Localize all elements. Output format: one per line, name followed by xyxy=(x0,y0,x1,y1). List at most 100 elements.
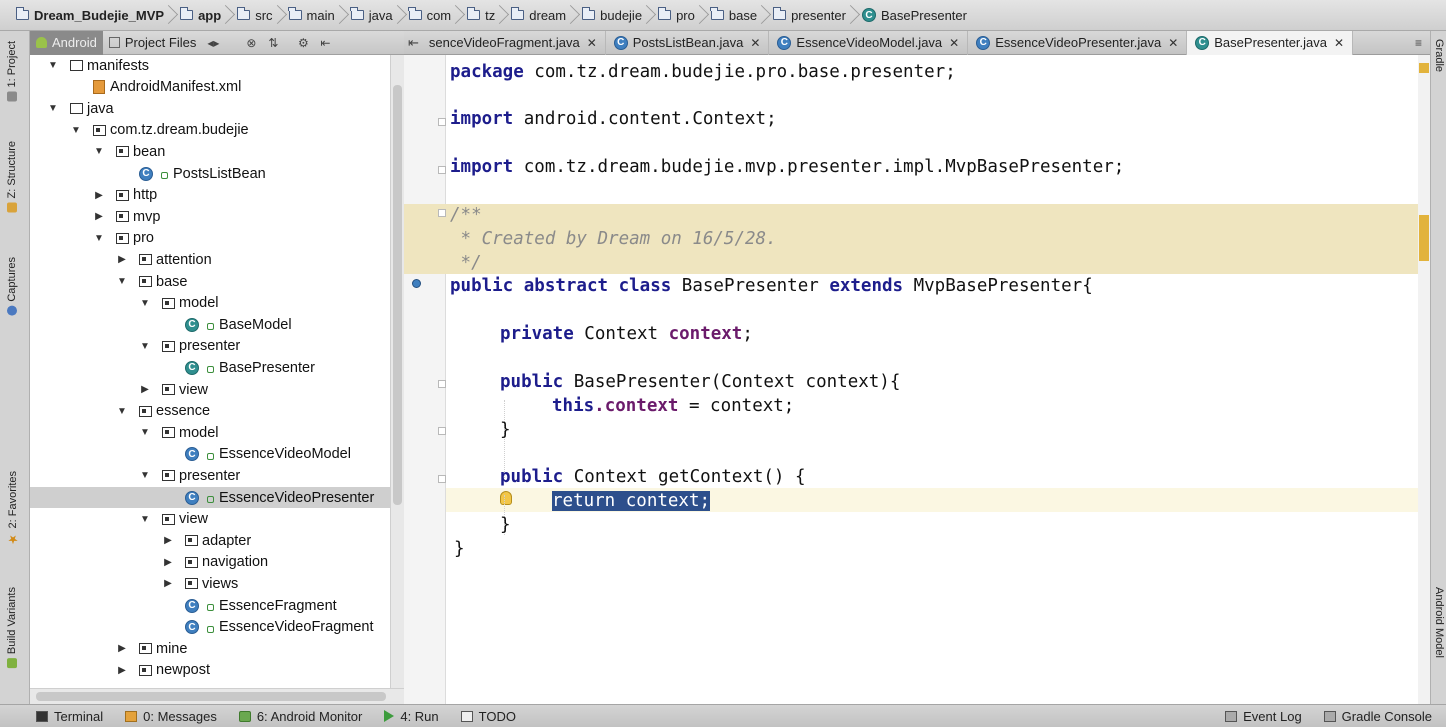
fold-marker-icon[interactable] xyxy=(438,118,446,126)
expand-arrow-icon[interactable]: ▼ xyxy=(71,125,81,136)
project-tool-tab[interactable]: 1: Project xyxy=(6,41,18,102)
breadcrumb-item[interactable]: Dream_Budejie_MVP xyxy=(12,3,170,27)
tree-node[interactable]: ▶ mvp xyxy=(95,206,160,227)
tree-node[interactable]: ▶ http xyxy=(95,185,157,206)
scrollbar-thumb[interactable] xyxy=(393,85,402,505)
breadcrumb-item[interactable]: com xyxy=(405,3,458,27)
android-monitor-tab[interactable]: 6: Android Monitor xyxy=(231,709,377,724)
tree-node[interactable]: ▼ essence xyxy=(117,401,210,422)
structure-tool-tab[interactable]: Z: Structure xyxy=(6,141,18,213)
collapse-icon[interactable]: ⇅ xyxy=(262,36,284,50)
tree-node[interactable]: ▶ view xyxy=(141,379,208,400)
tree-node[interactable]: C EssenceVideoModel xyxy=(185,444,351,465)
fold-marker-icon[interactable] xyxy=(438,427,446,435)
expand-arrow-icon[interactable]: ▼ xyxy=(117,406,127,417)
close-tab-icon[interactable]: ✕ xyxy=(750,36,760,50)
expand-arrow-icon[interactable]: ▼ xyxy=(140,341,150,352)
sync-icon[interactable]: ⊗ xyxy=(240,36,262,50)
settings-gear-icon[interactable]: ⚙ xyxy=(292,36,314,50)
editor-tab[interactable]: C EssenceVideoModel.java ✕ xyxy=(769,30,969,55)
tree-node[interactable]: ▼ pro xyxy=(94,228,154,249)
run-tab[interactable]: 4: Run xyxy=(376,709,452,724)
intention-lightbulb-icon[interactable] xyxy=(500,491,512,505)
scroll-tabs-left-icon[interactable]: ⇤ xyxy=(404,35,421,51)
favorites-tool-tab[interactable]: ★ 2: Favorites xyxy=(6,471,20,546)
tree-node[interactable]: ▼ bean xyxy=(94,141,165,162)
breadcrumb-item[interactable]: main xyxy=(285,3,341,27)
tree-node[interactable]: ▼ base xyxy=(117,271,187,292)
fold-marker-icon[interactable] xyxy=(438,209,446,217)
tree-node[interactable]: ▼ java xyxy=(48,98,114,119)
event-log-tab[interactable]: Event Log xyxy=(1217,709,1316,724)
scrollbar-thumb[interactable] xyxy=(36,692,386,701)
tab-list-menu-icon[interactable]: ≡ xyxy=(1415,36,1430,50)
captures-tool-tab[interactable]: Captures xyxy=(6,257,18,316)
close-tab-icon[interactable]: ✕ xyxy=(587,36,597,50)
tree-node[interactable]: ▶ navigation xyxy=(164,552,268,573)
tree-node[interactable]: ▼ manifests xyxy=(48,55,149,76)
tree-node[interactable]: ▼ model xyxy=(140,422,218,443)
tree-node[interactable]: ▶ adapter xyxy=(164,530,251,551)
tree-node[interactable]: C EssenceVideoPresenter xyxy=(30,487,390,508)
fold-marker-icon[interactable] xyxy=(438,166,446,174)
tree-node[interactable]: C BaseModel xyxy=(185,314,292,335)
editor-tab[interactable]: C EssenceVideoPresenter.java ✕ xyxy=(968,30,1188,55)
breadcrumb-item[interactable]: presenter xyxy=(769,3,852,27)
breadcrumb-item[interactable]: budejie xyxy=(578,3,648,27)
collapse-arrow-icon[interactable]: ▶ xyxy=(94,211,104,222)
collapse-arrow-icon[interactable]: ▶ xyxy=(140,384,150,395)
tree-node[interactable]: ▶ attention xyxy=(118,249,212,270)
collapse-arrow-icon[interactable]: ▶ xyxy=(117,665,127,676)
fold-marker-icon[interactable] xyxy=(438,380,446,388)
tree-node[interactable]: ▼ presenter xyxy=(140,336,240,357)
expand-arrow-icon[interactable]: ▼ xyxy=(140,514,150,525)
breadcrumb-item[interactable]: java xyxy=(347,3,399,27)
breadcrumb-item[interactable]: C BasePresenter xyxy=(858,3,973,27)
collapse-arrow-icon[interactable]: ▶ xyxy=(117,254,127,265)
tree-node[interactable]: ▼ presenter xyxy=(140,465,240,486)
collapse-arrow-icon[interactable]: ▶ xyxy=(117,643,127,654)
tree-node[interactable]: ▶ newpost xyxy=(118,660,210,681)
gradle-tool-tab[interactable]: Gradle xyxy=(1433,39,1445,72)
breadcrumb-item[interactable]: app xyxy=(176,3,227,27)
close-tab-icon[interactable]: ✕ xyxy=(949,36,959,50)
expand-arrow-icon[interactable]: ▼ xyxy=(140,470,150,481)
expand-arrow-icon[interactable]: ▼ xyxy=(48,60,58,71)
tree-node[interactable]: ▼ model xyxy=(140,293,218,314)
breadcrumb-item[interactable]: tz xyxy=(463,3,501,27)
tree-vertical-scrollbar[interactable] xyxy=(390,55,404,688)
collapse-arrow-icon[interactable]: ▶ xyxy=(163,578,173,589)
highlight-marker[interactable] xyxy=(1419,215,1429,261)
tree-node[interactable]: C PostsListBean xyxy=(139,163,266,184)
android-model-tool-tab[interactable]: Android Model xyxy=(1433,587,1445,658)
error-stripe[interactable] xyxy=(1418,55,1430,704)
breadcrumb-item[interactable]: dream xyxy=(507,3,572,27)
editor-tab[interactable]: C BasePresenter.java ✕ xyxy=(1187,30,1354,55)
build-variants-tool-tab[interactable]: Build Variants xyxy=(6,587,18,669)
selected-code[interactable]: return context; xyxy=(552,491,711,511)
tree-node[interactable]: ▶ views xyxy=(164,573,238,594)
tree-node[interactable]: C EssenceVideoFragment xyxy=(185,617,374,638)
expand-arrow-icon[interactable]: ▼ xyxy=(94,233,104,244)
warning-marker[interactable] xyxy=(1419,63,1429,73)
collapse-arrow-icon[interactable]: ▶ xyxy=(163,557,173,568)
expand-arrow-icon[interactable]: ▼ xyxy=(94,146,104,157)
code-editor[interactable]: package com.tz.dream.budejie.pro.base.pr… xyxy=(446,55,1430,704)
tree-node[interactable]: C BasePresenter xyxy=(185,357,315,378)
tree-node[interactable]: ▼ view xyxy=(140,509,208,530)
tree-node[interactable]: C EssenceFragment xyxy=(185,595,337,616)
hide-panel-icon[interactable]: ⇤ xyxy=(314,36,336,50)
editor-tab[interactable]: senceVideoFragment.java ✕ xyxy=(421,30,606,55)
editor-tab[interactable]: C PostsListBean.java ✕ xyxy=(606,30,770,55)
tree-node[interactable]: ▶ mine xyxy=(118,638,187,659)
breadcrumb-item[interactable]: base xyxy=(707,3,763,27)
todo-tab[interactable]: TODO xyxy=(453,709,530,724)
terminal-tab[interactable]: Terminal xyxy=(0,709,117,724)
close-tab-icon[interactable]: ✕ xyxy=(1168,36,1178,50)
tree-node[interactable]: ▼ com.tz.dream.budejie xyxy=(71,120,249,141)
switch-view-icon[interactable]: ◂▸ xyxy=(202,36,224,50)
close-tab-icon[interactable]: ✕ xyxy=(1334,36,1344,50)
gradle-console-tab[interactable]: Gradle Console xyxy=(1316,709,1446,724)
expand-arrow-icon[interactable]: ▼ xyxy=(48,103,58,114)
breadcrumb-item[interactable]: pro xyxy=(654,3,701,27)
